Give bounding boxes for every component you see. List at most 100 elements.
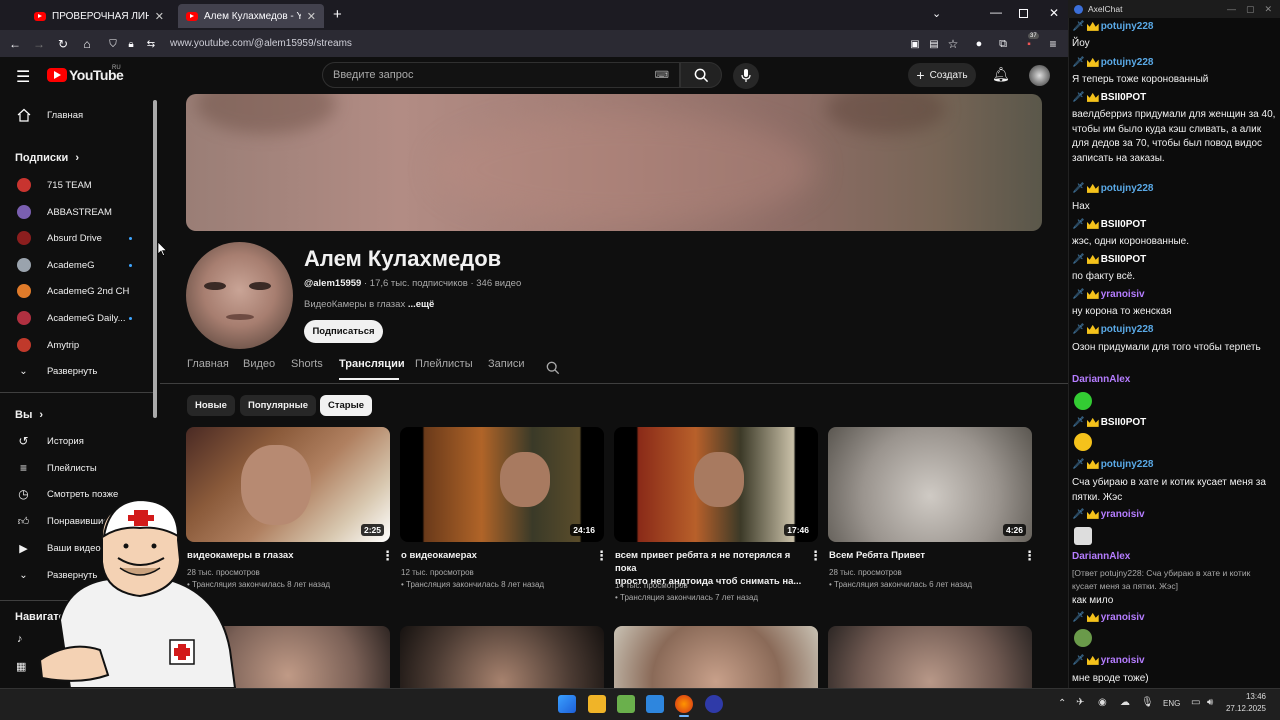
chip-newest[interactable]: Новые <box>187 395 235 416</box>
firefox-icon[interactable] <box>675 695 693 713</box>
chat-username[interactable]: DariannAlex <box>1072 551 1130 562</box>
channel-description[interactable]: ВидеоКамеры в глазах ...ещё <box>304 299 434 310</box>
tab-posts[interactable]: Записи <box>488 358 525 380</box>
notepad-icon[interactable] <box>617 695 635 713</box>
address-bar[interactable]: www.youtube.com/@alem15959/streams <box>170 34 900 53</box>
search-input[interactable]: Введите запрос ⌨ <box>322 62 680 88</box>
film-icon[interactable]: ▦ <box>16 660 26 673</box>
telegram-tray-icon[interactable]: ✈ <box>1076 697 1084 708</box>
video-thumbnail[interactable]: 24:16 <box>400 427 604 542</box>
reload-icon[interactable]: ↻ <box>54 35 72 53</box>
chat-username[interactable]: potujny228 <box>1101 57 1154 68</box>
picture-in-picture-icon[interactable]: ▣ <box>906 35 924 53</box>
home-icon[interactable]: ⌂ <box>78 35 96 53</box>
video-menu-icon[interactable]: ⋮ <box>809 548 822 564</box>
account-avatar[interactable] <box>1029 65 1050 86</box>
youtube-logo-icon[interactable] <box>47 68 67 82</box>
create-button[interactable]: + Создать <box>908 63 976 87</box>
video-thumbnail[interactable]: 17:46 <box>614 427 818 542</box>
chat-username[interactable]: potujny228 <box>1101 324 1154 335</box>
forward-icon[interactable]: → <box>30 35 48 53</box>
windows-start-icon[interactable] <box>558 695 576 713</box>
chat-window-controls-icon[interactable]: — ▢ ✕ <box>1227 4 1272 15</box>
search-button[interactable] <box>680 62 722 88</box>
sidebar-item-history[interactable]: ↺ История <box>0 428 155 454</box>
chat-username[interactable]: potujny228 <box>1101 183 1154 194</box>
chip-popular[interactable]: Популярные <box>240 395 317 416</box>
chat-username[interactable]: yranoisiv <box>1101 289 1145 300</box>
tab-streams[interactable]: Трансляции <box>339 358 405 380</box>
sidebar-item-playlists[interactable]: ≡ Плейлисты <box>0 455 155 481</box>
notifications-bell-icon[interactable]: 🔔︎ <box>992 66 1010 83</box>
tab-playlists[interactable]: Плейлисты <box>415 358 473 380</box>
chat-username[interactable]: BSII0POT <box>1101 92 1147 103</box>
chat-username[interactable]: BSII0POT <box>1101 219 1147 230</box>
channel-avatar[interactable] <box>186 242 293 349</box>
sidebar-subscription-item[interactable]: 715 TEAM <box>0 172 155 198</box>
browser-tab-2[interactable]: Алем Кулахмедов - YouTube ✕ <box>178 4 324 28</box>
clock-date[interactable]: 27.12.2025 <box>1218 704 1266 713</box>
video-menu-icon[interactable]: ⋮ <box>381 548 394 564</box>
sidebar-subscription-item[interactable]: ABBASTREAM <box>0 199 155 225</box>
subscriptions-heading[interactable]: Подписки › <box>15 152 79 164</box>
minimize-icon[interactable]: — <box>990 5 1002 19</box>
reader-view-icon[interactable]: ▤ <box>925 35 943 53</box>
close-window-icon[interactable]: ✕ <box>1049 6 1059 20</box>
browser-tab-1[interactable]: ПРОВЕРОЧНАЯ ЛИНЕЙКА - М ✕ <box>26 4 172 28</box>
video-title[interactable]: о видеокамерах <box>401 549 589 562</box>
chip-oldest[interactable]: Старые <box>320 395 372 416</box>
sidebar-subscription-item[interactable]: AcademeG <box>0 252 155 278</box>
chat-username[interactable]: yranoisiv <box>1101 509 1145 520</box>
new-tab-button[interactable]: + <box>333 6 342 23</box>
channel-search-icon[interactable] <box>546 361 560 375</box>
music-icon[interactable]: ♪ <box>17 633 23 645</box>
app-icon[interactable] <box>646 695 664 713</box>
volume-icon[interactable]: 🔊︎ <box>1207 697 1213 708</box>
chat-username[interactable]: potujny228 <box>1101 459 1154 470</box>
permissions-icon[interactable]: ⇆ <box>142 35 160 53</box>
video-menu-icon[interactable]: ⋮ <box>595 548 608 564</box>
language-indicator[interactable]: ENG <box>1163 699 1180 708</box>
voice-search-button[interactable] <box>733 63 759 89</box>
bookmark-star-icon[interactable]: ☆ <box>944 35 962 53</box>
video-menu-icon[interactable]: ⋮ <box>1023 548 1036 564</box>
video-thumbnail[interactable] <box>400 626 604 688</box>
more-link[interactable]: ...ещё <box>408 299 435 310</box>
shield-icon[interactable]: ⛉ <box>104 35 122 53</box>
video-thumbnail[interactable]: 4:26 <box>828 427 1032 542</box>
tray-app-icon[interactable]: ◉ <box>1098 697 1107 708</box>
menu-icon[interactable]: ≡ <box>1044 35 1062 53</box>
display-icon[interactable]: ▭ <box>1191 697 1200 708</box>
close-tab-icon[interactable]: ✕ <box>155 10 164 23</box>
chat-username[interactable]: BSII0POT <box>1101 417 1147 428</box>
video-title[interactable]: Всем Ребята Привет <box>829 549 1017 562</box>
sidebar-item-home[interactable]: Главная <box>0 102 155 128</box>
list-tabs-icon[interactable]: ⌄ <box>932 7 941 20</box>
account-icon[interactable]: ● <box>970 35 988 53</box>
tab-home[interactable]: Главная <box>187 358 229 380</box>
chat-username[interactable]: potujny228 <box>1101 21 1154 32</box>
sidebar-subscription-item[interactable]: Absurd Drive <box>0 225 155 251</box>
lock-icon[interactable]: 🔒︎ <box>122 35 140 53</box>
chat-username[interactable]: yranoisiv <box>1101 655 1145 666</box>
sidebar-subscription-item[interactable]: AcademeG Daily... <box>0 305 155 331</box>
guide-menu-icon[interactable]: ☰ <box>16 67 30 87</box>
axelchat-taskbar-icon[interactable] <box>705 695 723 713</box>
keyboard-icon[interactable]: ⌨ <box>655 70 669 81</box>
tab-shorts[interactable]: Shorts <box>291 358 323 380</box>
video-thumbnail[interactable] <box>828 626 1032 688</box>
sidebar-scrollbar[interactable] <box>153 100 157 418</box>
subscribe-button[interactable]: Подписаться <box>304 320 383 343</box>
tab-videos[interactable]: Видео <box>243 358 275 380</box>
sidebar-subscription-item[interactable]: AcademeG 2nd CH <box>0 278 155 304</box>
expand-subscriptions-button[interactable]: ⌄ Развернуть <box>0 358 155 384</box>
tray-chevron-icon[interactable]: ⌃ <box>1058 698 1066 709</box>
sidebar-subscription-item[interactable]: Amytrip <box>0 332 155 358</box>
extensions-icon[interactable]: ⧉ <box>994 35 1012 53</box>
back-icon[interactable]: ← <box>6 35 24 53</box>
chat-username[interactable]: yranoisiv <box>1101 612 1145 623</box>
chat-username[interactable]: BSII0POT <box>1101 254 1147 265</box>
file-explorer-icon[interactable] <box>588 695 606 713</box>
close-tab-icon[interactable]: ✕ <box>307 10 316 23</box>
clock-time[interactable]: 13:46 <box>1228 692 1266 701</box>
